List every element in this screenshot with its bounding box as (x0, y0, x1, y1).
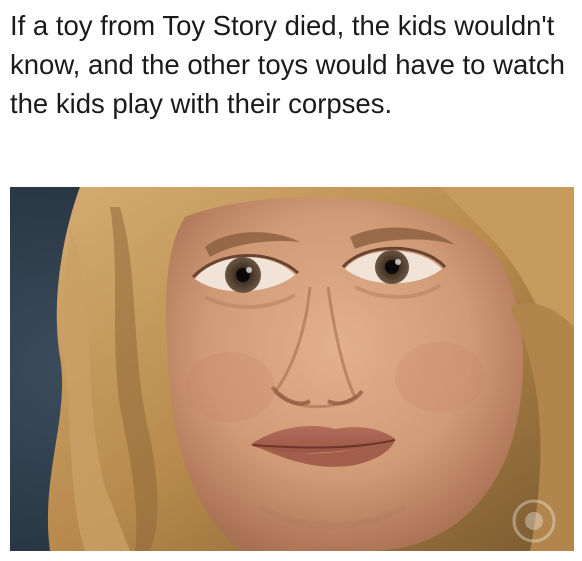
meme-caption: If a toy from Toy Story died, the kids w… (10, 10, 565, 119)
reaction-photo (10, 187, 574, 551)
meme-card: If a toy from Toy Story died, the kids w… (0, 0, 582, 561)
woman-face-icon (10, 187, 574, 551)
